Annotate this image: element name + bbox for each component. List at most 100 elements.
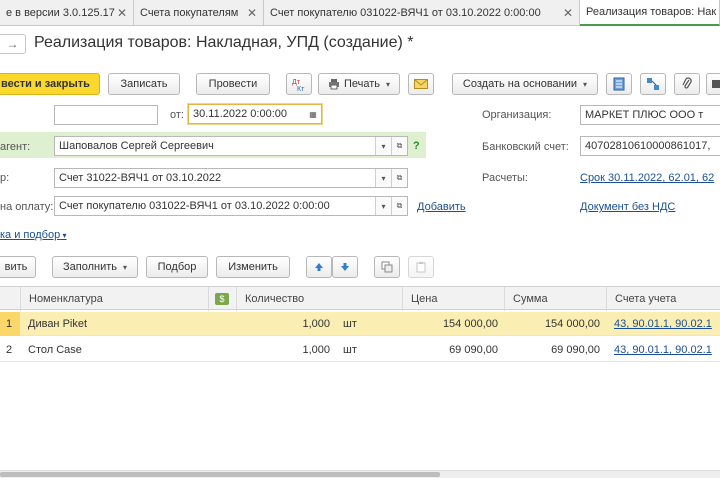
accounts-link[interactable]: 43, 90.01.1, 90.02.1 [614,344,712,356]
more-icon[interactable] [706,73,720,95]
row-unit[interactable]: шт [343,338,383,362]
row-qty[interactable]: 1,000 [236,338,330,362]
scrollbar-thumb[interactable] [0,472,440,477]
col-price-header[interactable]: Цена [402,287,504,311]
tab-label: Счета покупателям [140,7,239,19]
change-button[interactable]: Изменить [216,256,290,278]
pick-button[interactable]: Подбор [146,256,208,278]
post-label: Провести [208,78,258,90]
move-up-icon[interactable] [306,256,332,278]
print-label: Печать [343,78,381,90]
attach-icon[interactable] [674,73,700,95]
calculations-link[interactable]: Срок 30.11.2022, 62.01, 62 [580,172,714,184]
calculations-label: Расчеты: [482,172,528,184]
invoice-input[interactable]: Счет покупателю 031022-ВЯЧ1 от 03.10.202… [54,196,408,216]
accounting-entries-icon[interactable]: Дт Кт [286,73,312,95]
contract-value: Счет 31022-ВЯЧ1 от 03.10.2022 [59,172,222,184]
col-sum-header[interactable]: Сумма [504,287,606,311]
add-row-button[interactable]: вить [0,256,36,278]
create-based-on-button[interactable]: Создать на основании ▾ [452,73,598,95]
change-label: Изменить [228,261,278,273]
tab-buyer-invoice[interactable]: Счет покупателю 031022-ВЯЧ1 от 03.10.202… [264,0,580,26]
paste-icon[interactable] [408,256,434,278]
tab-buyer-invoices[interactable]: Счета покупателям ✕ [134,0,264,26]
email-icon[interactable] [408,73,434,95]
organization-input[interactable]: МАРКЕТ ПЛЮС ООО т [580,105,720,125]
tab-version[interactable]: е в версии 3.0.125.17 ✕ [0,0,134,26]
close-icon[interactable]: ✕ [117,6,127,20]
add-link[interactable]: Добавить [417,201,466,213]
row-sum[interactable]: 154 000,00 [504,312,600,336]
svg-text:Дт: Дт [292,79,301,86]
row-number: 2 [6,344,13,356]
tab-label: Счет покупателю 031022-ВЯЧ1 от 03.10.202… [270,7,541,19]
add-row-label: вить [4,261,28,273]
print-button[interactable]: Печать ▾ [318,73,400,95]
contract-input[interactable]: Счет 31022-ВЯЧ1 от 03.10.2022 ▾ ⧉ [54,168,408,188]
row-price[interactable]: 69 090,00 [402,338,498,362]
row-accounts[interactable]: 43, 90.01.1, 90.02.1 [614,312,720,336]
structure-icon[interactable] [640,73,666,95]
post-and-close-label: вести и закрыть [1,78,90,90]
create-based-on-label: Создать на основании [462,78,578,90]
chevron-down-icon[interactable]: ▾ [375,169,391,187]
row-price[interactable]: 154 000,00 [402,312,498,336]
save-button[interactable]: Записать [108,73,180,95]
post-button[interactable]: Провести [196,73,270,95]
printer-icon [328,79,339,90]
chevron-down-icon: ▾ [123,262,128,272]
tab-sales[interactable]: Реализация товаров: Нак [580,0,720,26]
open-icon[interactable]: ⧉ [391,137,407,155]
chevron-down-icon: ▾ [60,231,67,240]
invoice-value: Счет покупателю 031022-ВЯЧ1 от 03.10.202… [59,200,330,212]
close-icon[interactable]: ✕ [247,6,257,20]
close-icon[interactable]: ✕ [563,6,573,20]
row-name[interactable]: Стол Case [28,338,208,362]
number-input[interactable] [54,105,158,125]
calendar-icon[interactable]: ▦ [305,105,321,123]
post-and-close-button[interactable]: вести и закрыть [0,73,100,95]
row-unit[interactable]: шт [343,312,383,336]
chevron-down-icon[interactable]: ▾ [375,197,391,215]
row-name[interactable]: Диван Piket [28,312,208,336]
bank-account-value: 40702810610000861017, [585,140,711,152]
row-qty[interactable]: 1,000 [236,312,330,336]
open-icon[interactable]: ⧉ [391,169,407,187]
bank-account-label: Банковский счет: [482,141,569,153]
col-qty-header[interactable]: Количество [236,287,402,311]
table-row[interactable]: 1 Диван Piket 1,000 шт 154 000,00 154 00… [0,312,720,336]
pick-label: Подбор [157,261,197,273]
help-icon[interactable]: ? [413,140,420,152]
forward-icon[interactable]: → [0,34,26,54]
table-header: Номенклатура $ Количество Цена Сумма Сче… [0,286,720,311]
bank-account-input[interactable]: 40702810610000861017, [580,136,720,156]
col-accounts-header[interactable]: Счета учета [606,287,720,311]
date-input[interactable]: 30.11.2022 0:00:00 ▦ [188,104,322,124]
horizontal-scrollbar[interactable] [0,470,720,478]
counterparty-input[interactable]: Шаповалов Сергей Сергеевич ▾ ⧉ [54,136,408,156]
row-number: 1 [6,318,13,330]
svg-text:Кт: Кт [297,86,305,92]
accounts-link[interactable]: 43, 90.01.1, 90.02.1 [614,318,712,330]
counterparty-label: агент: [0,141,31,153]
pick-link-label: ка и подбор [0,229,61,241]
copy-icon[interactable] [374,256,400,278]
counterparty-value: Шаповалов Сергей Сергеевич [59,140,214,152]
open-icon[interactable]: ⧉ [391,197,407,215]
tab-label: Реализация товаров: Нак [586,6,717,18]
pick-link[interactable]: ка и подбор ▾ [0,229,66,241]
row-sum[interactable]: 69 090,00 [504,338,600,362]
date-label: от: [170,109,184,121]
col-flag-header: $ [208,287,236,311]
row-accounts[interactable]: 43, 90.01.1, 90.02.1 [614,338,720,362]
dollar-icon: $ [215,293,229,305]
col-name-header[interactable]: Номенклатура [20,287,208,311]
move-down-icon[interactable] [332,256,358,278]
chevron-down-icon[interactable]: ▾ [375,137,391,155]
page-title: Реализация товаров: Накладная, УПД (созд… [34,34,414,51]
report-icon[interactable] [606,73,632,95]
fill-button[interactable]: Заполнить ▾ [52,256,138,278]
invoice-label: на оплату: [0,201,54,213]
table-row[interactable]: 2 Стол Case 1,000 шт 69 090,00 69 090,00… [0,338,720,362]
vat-link[interactable]: Документ без НДС [580,201,675,213]
